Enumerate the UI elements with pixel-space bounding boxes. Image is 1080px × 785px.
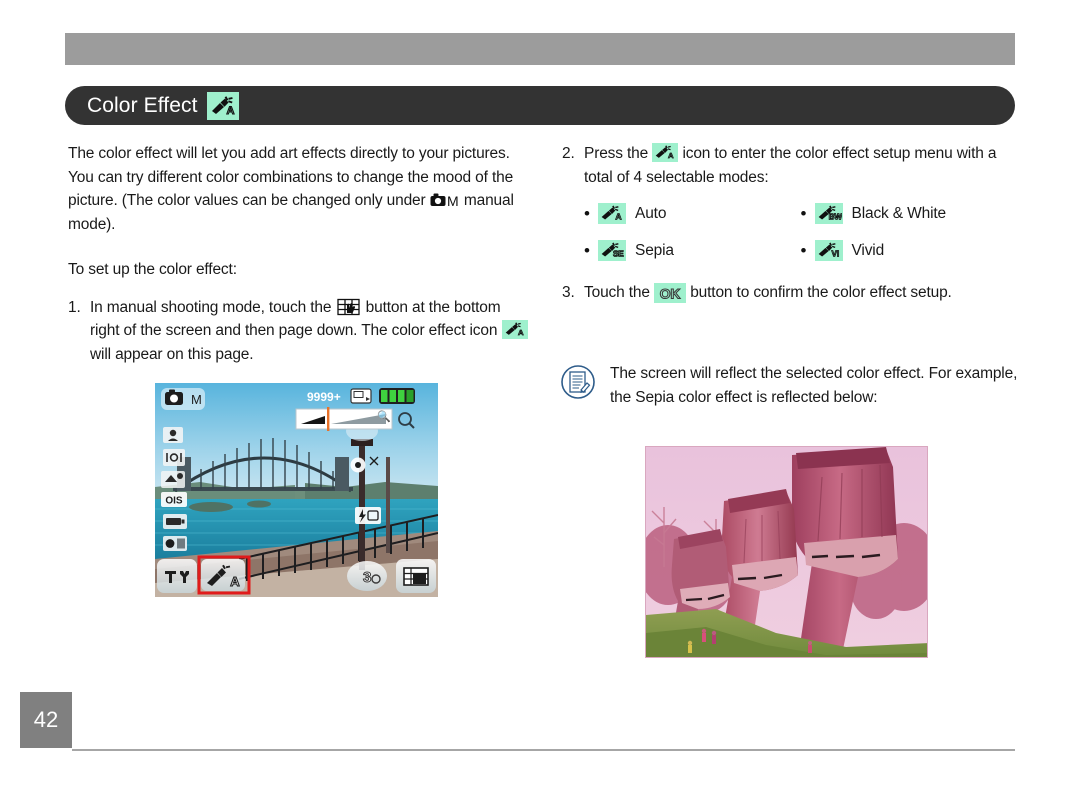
step-3: 3. Touch the OK button to confirm the co…	[562, 281, 1017, 305]
mode-icon-label: SE	[613, 250, 624, 259]
white-balance-icon	[161, 471, 185, 488]
bullet-icon: •	[800, 241, 807, 260]
svg-text:M: M	[447, 193, 459, 208]
face-detection-icon	[163, 427, 183, 443]
svg-text:A: A	[226, 105, 234, 117]
svg-text:A: A	[230, 574, 240, 589]
ok-button-icon: OK	[654, 283, 687, 303]
footer-rule	[72, 749, 1015, 751]
mode-item-vivid[interactable]: • VI Vivid	[801, 240, 1018, 261]
color-effect-sepia-icon: SE	[598, 240, 626, 261]
step-1-number: 1.	[68, 298, 81, 316]
mode-label-sepia: Sepia	[635, 241, 674, 259]
color-effect-auto-icon: A	[652, 143, 679, 162]
battery-full-icon	[379, 388, 415, 404]
mode-icon-label: A	[615, 212, 621, 222]
svg-text:🔍: 🔍	[377, 409, 391, 423]
color-mode-list: • A Auto • BW Black & White • SE Sepia •…	[562, 203, 1017, 261]
step-1-text-part1: In manual shooting mode, touch the	[90, 298, 336, 316]
color-effect-auto-icon: A	[598, 203, 626, 224]
step-1-text-part3: will appear on this page.	[90, 345, 254, 363]
step-2: 2. Press the A icon to enter the color e…	[562, 142, 1017, 189]
af-frame-icon	[163, 449, 185, 466]
step-3-text-part1: Touch the	[584, 284, 655, 301]
top-decoration-bar	[65, 33, 1015, 65]
exposure-icon	[163, 536, 187, 551]
mode-item-sepia[interactable]: • SE Sepia	[584, 240, 801, 261]
svg-text:A: A	[668, 151, 674, 160]
setup-subheading: To set up the color effect:	[68, 261, 237, 278]
camera-manual-mode-badge: M	[161, 388, 205, 410]
page-grid-icon	[396, 559, 436, 593]
self-timer-icon: 3	[347, 561, 387, 591]
flash-icon	[355, 507, 381, 524]
grid-touch-button-icon	[336, 298, 362, 316]
color-effect-auto-icon: A	[501, 320, 528, 339]
intro-paragraph: The color effect will let you add art ef…	[68, 142, 528, 236]
step-2-body: Press the A icon to enter the color effe…	[584, 142, 1017, 189]
step-3-text-part2: button to confirm the color effect setup…	[686, 284, 952, 301]
step-2-number: 2.	[562, 145, 575, 162]
sepia-effect-sample-photo	[645, 446, 928, 658]
step-3-number: 3.	[562, 284, 575, 301]
camera-manual-mode-icon: M	[430, 192, 460, 209]
color-effect-vivid-icon: VI	[814, 240, 843, 261]
ois-label: OIS	[165, 496, 183, 507]
zoom-slider: 🔍	[295, 407, 393, 431]
step-2-text-part1: Press the	[584, 145, 653, 162]
mode-label-black-white: Black & White	[851, 204, 947, 222]
step-3-body: Touch the OK button to confirm the color…	[584, 281, 1017, 305]
page-title-bar: Color Effect A	[65, 86, 1015, 125]
color-effect-black-white-icon: BW	[814, 203, 843, 224]
ok-label: OK	[660, 286, 681, 302]
page-title: Color Effect	[87, 93, 198, 117]
sd-card-icon	[350, 388, 372, 404]
mode-label-auto: Auto	[635, 204, 667, 222]
mode-item-black-white[interactable]: • BW Black & White	[801, 203, 1018, 224]
page-number: 42	[20, 692, 72, 748]
note-text: The screen will reflect the selected col…	[610, 365, 1018, 406]
ois-icon: OIS	[161, 492, 187, 507]
mode-item-auto[interactable]: • A Auto	[584, 203, 801, 224]
color-effect-auto-icon: A	[206, 91, 239, 120]
shots-remaining: 9999+	[307, 390, 341, 404]
note-block: The screen will reflect the selected col…	[560, 362, 1020, 409]
right-text-column: 2. Press the A icon to enter the color e…	[562, 142, 1017, 305]
bullet-icon: •	[800, 204, 807, 223]
self-timer-label: 3	[363, 569, 371, 586]
camera-lcd-live-view: M 9999+ 🔍 OIS A 3	[155, 383, 438, 597]
left-text-column: The color effect will let you add art ef…	[68, 142, 528, 366]
svg-text:A: A	[518, 328, 524, 337]
step-1: 1. In manual shooting mode, touch the bu…	[68, 296, 528, 367]
step-1-body: In manual shooting mode, touch the butto…	[90, 296, 528, 367]
mode-icon-label: VI	[831, 250, 838, 259]
note-pad-pencil-icon	[560, 364, 602, 405]
bullet-icon: •	[584, 204, 590, 223]
bullet-icon: •	[584, 241, 590, 260]
battery-type-icon	[163, 514, 187, 529]
svg-text:M: M	[191, 392, 202, 407]
mode-label-vivid: Vivid	[851, 241, 885, 259]
mode-icon-label: BW	[828, 213, 841, 222]
